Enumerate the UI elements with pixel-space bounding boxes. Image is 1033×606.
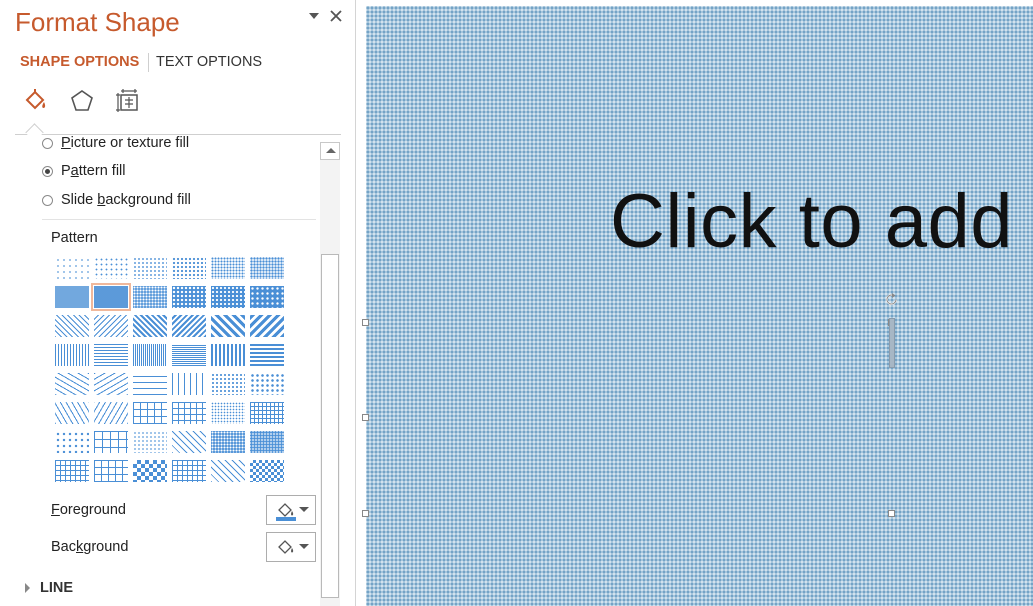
pattern-swatch[interactable] bbox=[250, 286, 284, 308]
pattern-swatch[interactable] bbox=[133, 373, 167, 395]
radio-button[interactable] bbox=[42, 137, 53, 149]
pattern-swatch[interactable] bbox=[55, 373, 89, 395]
pattern-swatch[interactable] bbox=[94, 315, 128, 337]
radio-picture-texture-fill[interactable]: Picture or texture fill bbox=[42, 136, 189, 153]
pattern-swatch[interactable] bbox=[91, 283, 131, 311]
pane-title: Format Shape bbox=[15, 7, 180, 37]
text-cursor-indicator bbox=[889, 318, 895, 368]
effects-category[interactable] bbox=[69, 88, 95, 114]
chevron-down-icon bbox=[309, 13, 319, 19]
size-properties-icon bbox=[116, 89, 138, 112]
background-color-button[interactable] bbox=[266, 532, 316, 562]
radio-label: Pattern fill bbox=[61, 163, 126, 179]
line-section-header[interactable]: LINE bbox=[25, 580, 73, 596]
pattern-swatch[interactable] bbox=[211, 344, 245, 366]
close-pane-button[interactable] bbox=[327, 9, 345, 27]
background-label: Background bbox=[51, 539, 129, 555]
pattern-swatch[interactable] bbox=[133, 460, 167, 482]
resize-handle[interactable] bbox=[362, 319, 369, 326]
rotate-handle-icon[interactable] bbox=[884, 292, 899, 307]
category-divider bbox=[15, 134, 341, 135]
pattern-swatch[interactable] bbox=[133, 315, 167, 337]
pattern-swatch[interactable] bbox=[133, 402, 167, 424]
pattern-swatch[interactable] bbox=[211, 460, 245, 482]
pattern-swatch[interactable] bbox=[94, 460, 128, 482]
tab-shape-options[interactable]: SHAPE OPTIONS bbox=[20, 54, 139, 70]
pattern-swatch[interactable] bbox=[55, 431, 89, 453]
pattern-swatch[interactable] bbox=[250, 373, 284, 395]
foreground-label: Foreground bbox=[51, 502, 126, 518]
pattern-label: Pattern bbox=[51, 230, 98, 246]
pattern-swatch[interactable] bbox=[172, 315, 206, 337]
radio-slide-background-fill[interactable]: Slide background fill bbox=[42, 190, 191, 210]
tab-divider bbox=[148, 53, 149, 72]
pattern-swatch[interactable] bbox=[250, 315, 284, 337]
pattern-swatch[interactable] bbox=[211, 257, 245, 279]
paint-bucket-icon bbox=[25, 89, 46, 110]
pattern-swatch[interactable] bbox=[172, 460, 206, 482]
pattern-swatch[interactable] bbox=[172, 286, 206, 308]
close-icon bbox=[330, 10, 342, 22]
pattern-swatch[interactable] bbox=[94, 431, 128, 453]
pattern-swatch[interactable] bbox=[55, 286, 89, 308]
pattern-swatch[interactable] bbox=[55, 460, 89, 482]
pattern-swatch[interactable] bbox=[211, 402, 245, 424]
pattern-swatch[interactable] bbox=[133, 344, 167, 366]
radio-pattern-fill[interactable]: Pattern fill bbox=[42, 161, 126, 181]
paint-bucket-icon bbox=[276, 503, 296, 521]
title-placeholder[interactable]: Click to add bbox=[610, 178, 1013, 265]
size-properties-category[interactable] bbox=[115, 88, 141, 114]
fill-line-category[interactable] bbox=[22, 88, 48, 114]
pattern-swatch[interactable] bbox=[94, 344, 128, 366]
pattern-swatch[interactable] bbox=[172, 257, 206, 279]
pattern-swatch[interactable] bbox=[211, 373, 245, 395]
radio-label: Slide background fill bbox=[61, 192, 191, 208]
pentagon-icon bbox=[71, 90, 93, 111]
line-section-label: LINE bbox=[40, 580, 74, 596]
pattern-swatch[interactable] bbox=[211, 431, 245, 453]
foreground-color-button[interactable] bbox=[266, 495, 316, 525]
pattern-swatch[interactable] bbox=[172, 344, 206, 366]
pane-scrollbar[interactable] bbox=[320, 142, 340, 606]
radio-label: Picture or texture fill bbox=[61, 136, 190, 151]
pattern-swatch[interactable] bbox=[250, 402, 284, 424]
pattern-swatch[interactable] bbox=[250, 431, 284, 453]
slide-canvas[interactable] bbox=[366, 6, 1033, 606]
pattern-swatch[interactable] bbox=[250, 344, 284, 366]
chevron-down-icon bbox=[299, 507, 309, 512]
pattern-swatch[interactable] bbox=[133, 286, 167, 308]
pattern-swatch[interactable] bbox=[172, 402, 206, 424]
scroll-thumb[interactable] bbox=[321, 254, 339, 598]
pattern-swatch[interactable] bbox=[94, 373, 128, 395]
pattern-swatch[interactable] bbox=[94, 257, 128, 279]
pattern-swatch[interactable] bbox=[133, 257, 167, 279]
pattern-swatch[interactable] bbox=[133, 431, 167, 453]
pattern-swatch[interactable] bbox=[55, 315, 89, 337]
pattern-swatch[interactable] bbox=[211, 315, 245, 337]
format-shape-pane: Format Shape SHAPE OPTIONS TEXT OPTIONS bbox=[0, 0, 356, 606]
paint-bucket-icon bbox=[276, 540, 296, 558]
tab-text-options[interactable]: TEXT OPTIONS bbox=[156, 54, 262, 70]
pattern-swatch[interactable] bbox=[55, 402, 89, 424]
pattern-swatch[interactable] bbox=[250, 257, 284, 279]
radio-button[interactable] bbox=[42, 194, 53, 206]
resize-handle[interactable] bbox=[362, 510, 369, 517]
radio-button[interactable] bbox=[42, 165, 53, 177]
expand-triangle-icon bbox=[25, 583, 30, 593]
pane-options-dropdown[interactable] bbox=[305, 9, 323, 27]
pattern-swatch[interactable] bbox=[250, 460, 284, 482]
resize-handle[interactable] bbox=[362, 414, 369, 421]
chevron-up-icon bbox=[326, 148, 336, 153]
pattern-swatch[interactable] bbox=[55, 257, 89, 279]
pattern-gallery bbox=[55, 257, 287, 487]
pattern-swatch[interactable] bbox=[172, 431, 206, 453]
chevron-down-icon bbox=[299, 544, 309, 549]
resize-handle[interactable] bbox=[888, 510, 895, 517]
pattern-swatch[interactable] bbox=[172, 373, 206, 395]
section-divider bbox=[42, 219, 316, 220]
pattern-swatch[interactable] bbox=[55, 344, 89, 366]
pattern-swatch[interactable] bbox=[94, 402, 128, 424]
scroll-up-button[interactable] bbox=[320, 142, 340, 160]
pattern-swatch[interactable] bbox=[211, 286, 245, 308]
